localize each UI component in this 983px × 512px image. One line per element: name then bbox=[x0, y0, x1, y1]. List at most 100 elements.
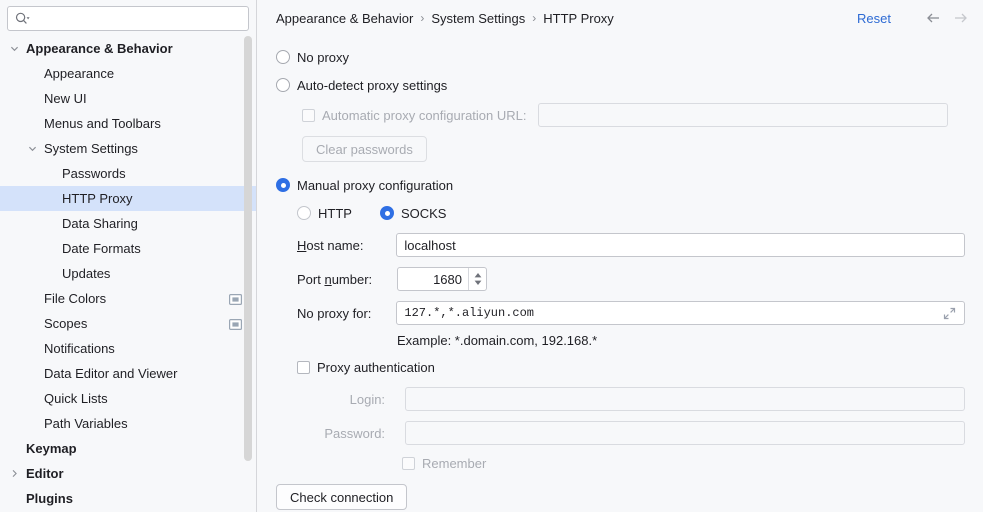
sidebar-item-label: Appearance bbox=[44, 66, 115, 81]
sidebar-item-passwords[interactable]: Passwords bbox=[0, 161, 256, 186]
no-proxy-row[interactable]: No proxy bbox=[276, 44, 965, 70]
remember-checkbox bbox=[402, 456, 415, 470]
sidebar-scrollbar[interactable] bbox=[244, 36, 252, 512]
sidebar-item-http-proxy[interactable]: HTTP Proxy bbox=[0, 186, 256, 211]
chevron-down-icon[interactable] bbox=[8, 42, 21, 55]
host-name-value: localhost bbox=[404, 237, 456, 253]
sidebar-item-label: Passwords bbox=[62, 166, 126, 181]
no-proxy-for-label: No proxy for: bbox=[297, 305, 372, 321]
sidebar-item-data-sharing[interactable]: Data Sharing bbox=[0, 211, 256, 236]
sidebar-item-label: Data Sharing bbox=[62, 216, 138, 231]
login-label: Login: bbox=[349, 391, 386, 407]
sidebar-scrollbar-thumb[interactable] bbox=[244, 36, 252, 461]
auto-detect-radio[interactable] bbox=[276, 78, 290, 92]
settings-sidebar: Appearance & Behavior Appearance New UI Men… bbox=[0, 0, 257, 512]
arrow-left-icon[interactable] bbox=[923, 8, 945, 28]
sidebar-item-keymap[interactable]: Keymap bbox=[0, 436, 256, 461]
breadcrumb-separator: › bbox=[532, 11, 537, 25]
sidebar-item-label: Editor bbox=[26, 466, 64, 481]
pac-url-input bbox=[538, 103, 949, 127]
port-number-value[interactable]: 1680 bbox=[398, 272, 468, 287]
chevron-down-icon[interactable] bbox=[26, 142, 39, 155]
login-input bbox=[405, 387, 965, 411]
proxy-authentication-label: Proxy authentication bbox=[317, 359, 435, 375]
sidebar-item-data-editor-and-viewer[interactable]: Data Editor and Viewer bbox=[0, 361, 256, 386]
sidebar-item-date-formats[interactable]: Date Formats bbox=[0, 236, 256, 261]
clear-passwords-row: Clear passwords bbox=[302, 136, 965, 162]
settings-main: Appearance & Behavior › System Settings … bbox=[257, 0, 983, 512]
sidebar-item-label: Keymap bbox=[26, 441, 77, 456]
auto-detect-row[interactable]: Auto-detect proxy settings bbox=[276, 72, 965, 98]
socks-radio[interactable] bbox=[379, 206, 394, 220]
no-proxy-for-row: No proxy for: 127.*,*.aliyun.com bbox=[297, 298, 965, 328]
breadcrumb-item-1[interactable]: System Settings bbox=[431, 11, 525, 26]
sidebar-item-appearance[interactable]: Appearance bbox=[0, 61, 256, 86]
protocol-row: HTTP SOCKS bbox=[297, 200, 965, 226]
expand-diagonal-icon[interactable] bbox=[942, 306, 957, 321]
proxy-authentication-row[interactable]: Proxy authentication bbox=[297, 354, 965, 380]
sidebar-item-plugins[interactable]: Plugins bbox=[0, 486, 256, 511]
manual-proxy-radio[interactable] bbox=[276, 178, 290, 192]
http-radio[interactable] bbox=[297, 206, 311, 220]
reset-link[interactable]: Reset bbox=[857, 11, 891, 26]
sidebar-item-menus-and-toolbars[interactable]: Menus and Toolbars bbox=[0, 111, 256, 136]
breadcrumb: Appearance & Behavior › System Settings … bbox=[276, 11, 857, 26]
pac-url-row: Automatic proxy configuration URL: bbox=[302, 102, 965, 128]
login-row: Login: bbox=[297, 384, 965, 414]
sidebar-item-label: File Colors bbox=[44, 291, 107, 306]
example-hint: Example: *.domain.com, 192.168.* bbox=[397, 332, 598, 348]
settings-header: Appearance & Behavior › System Settings … bbox=[257, 0, 983, 36]
no-proxy-radio[interactable] bbox=[276, 50, 290, 64]
spinner-arrows-icon[interactable] bbox=[468, 268, 486, 290]
sidebar-item-new-ui[interactable]: New UI bbox=[0, 86, 256, 111]
sidebar-item-appearance-behavior[interactable]: Appearance & Behavior bbox=[0, 36, 256, 61]
breadcrumb-separator: › bbox=[420, 11, 425, 25]
sidebar-item-scopes[interactable]: Scopes bbox=[0, 311, 256, 336]
no-proxy-label: No proxy bbox=[297, 49, 350, 65]
no-proxy-for-input[interactable]: 127.*,*.aliyun.com bbox=[396, 301, 965, 325]
clear-passwords-button: Clear passwords bbox=[302, 136, 427, 162]
sidebar-item-editor[interactable]: Editor bbox=[0, 461, 256, 486]
breadcrumb-item-0[interactable]: Appearance & Behavior bbox=[276, 11, 413, 26]
sidebar-item-label: Quick Lists bbox=[44, 391, 108, 406]
arrow-right-icon bbox=[949, 8, 971, 28]
proxy-authentication-checkbox[interactable] bbox=[297, 360, 310, 374]
port-number-label: Port number: bbox=[297, 271, 373, 287]
host-name-input[interactable]: localhost bbox=[396, 233, 965, 257]
sidebar-item-label: Notifications bbox=[44, 341, 115, 356]
sidebar-item-label: Data Editor and Viewer bbox=[44, 366, 178, 381]
http-label: HTTP bbox=[318, 205, 352, 221]
sidebar-item-path-variables[interactable]: Path Variables bbox=[0, 411, 256, 436]
sidebar-item-label: HTTP Proxy bbox=[62, 191, 133, 206]
port-number-stepper[interactable]: 1680 bbox=[397, 267, 487, 291]
settings-dialog: Appearance & Behavior Appearance New UI Men… bbox=[0, 0, 983, 512]
search-input[interactable] bbox=[30, 7, 242, 30]
sidebar-item-quick-lists[interactable]: Quick Lists bbox=[0, 386, 256, 411]
check-connection-row: Check connection bbox=[276, 484, 965, 510]
search-icon bbox=[14, 11, 30, 27]
sidebar-item-label: Updates bbox=[62, 266, 111, 281]
proxy-settings-form: No proxy Auto-detect proxy settings Auto… bbox=[257, 36, 983, 512]
sidebar-item-label: Date Formats bbox=[62, 241, 141, 256]
sidebar-search-wrap bbox=[0, 0, 256, 31]
sidebar-item-label: Appearance & Behavior bbox=[26, 41, 173, 56]
check-connection-button[interactable]: Check connection bbox=[276, 484, 408, 510]
search-box[interactable] bbox=[7, 6, 249, 31]
manual-proxy-row[interactable]: Manual proxy configuration bbox=[276, 172, 965, 198]
remember-label: Remember bbox=[422, 455, 487, 471]
chevron-right-icon[interactable] bbox=[8, 467, 21, 480]
sidebar-item-notifications[interactable]: Notifications bbox=[0, 336, 256, 361]
sidebar-item-file-colors[interactable]: File Colors bbox=[0, 286, 256, 311]
sidebar-item-system-settings[interactable]: System Settings bbox=[0, 136, 256, 161]
project-scope-icon bbox=[229, 318, 243, 331]
settings-tree[interactable]: Appearance & Behavior Appearance New UI Men… bbox=[0, 36, 256, 512]
sidebar-item-updates[interactable]: Updates bbox=[0, 261, 256, 286]
remember-row: Remember bbox=[402, 450, 965, 476]
